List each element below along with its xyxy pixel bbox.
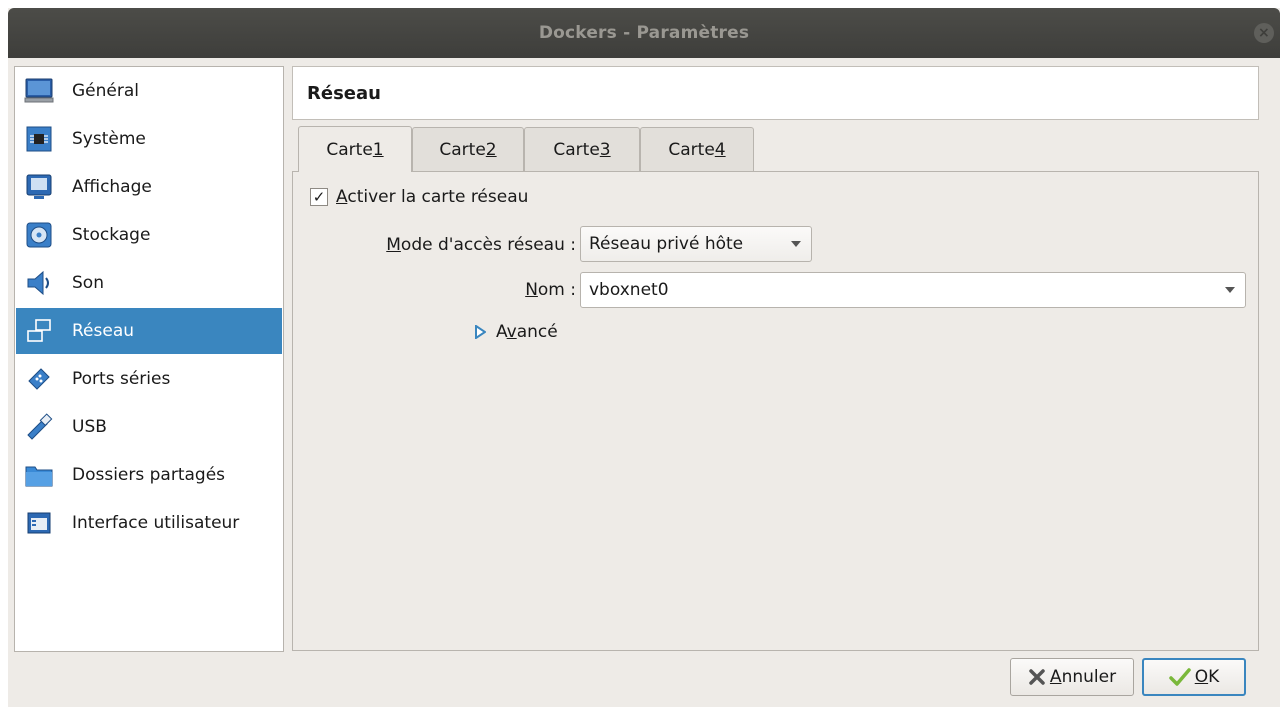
adapter-name-mnemonic: N	[525, 280, 538, 300]
sidebar-item-display[interactable]: Affichage	[16, 164, 282, 210]
tab-label: Carte	[439, 139, 486, 160]
sidebar-item-shared-folders[interactable]: Dossiers partagés	[16, 452, 282, 498]
tab-mnemonic: 2	[485, 139, 497, 160]
sidebar-item-label: Stockage	[72, 225, 151, 245]
cancel-x-icon	[1028, 668, 1046, 686]
enable-adapter-label: Activer la carte réseau	[336, 187, 528, 207]
access-mode-select[interactable]: Réseau privé hôte	[580, 226, 812, 262]
display-icon	[22, 170, 56, 204]
ok-mnemonic: O	[1194, 667, 1209, 687]
expand-arrow-icon	[475, 325, 486, 339]
monitor-icon	[22, 74, 56, 108]
sidebar-item-label: Dossiers partagés	[72, 465, 226, 485]
tab-mnemonic: 1	[372, 139, 384, 160]
title-bar[interactable]: Dockers - Paramètres ×	[8, 8, 1280, 58]
sidebar-item-label: Son	[72, 273, 104, 293]
enable-adapter-mnemonic: A	[336, 187, 348, 207]
access-mode-label: Mode d'accès réseau :	[386, 235, 576, 255]
sidebar-item-system[interactable]: Système	[16, 116, 282, 162]
network-icon	[22, 314, 56, 348]
window-title: Dockers - Paramètres	[538, 23, 750, 43]
tab-adapter-3[interactable]: Carte 3	[524, 127, 640, 171]
enable-adapter-checkbox-row[interactable]: ✓ Activer la carte réseau	[310, 187, 528, 207]
folder-icon	[22, 458, 56, 492]
sidebar-item-sound[interactable]: Son	[16, 260, 282, 306]
speaker-icon	[22, 266, 56, 300]
advanced-toggle[interactable]: Avancé	[474, 322, 558, 342]
enable-adapter-checkbox[interactable]: ✓	[310, 188, 328, 206]
cancel-button-label: Annuler	[1050, 667, 1116, 687]
sidebar-item-label: Ports séries	[72, 369, 171, 389]
sidebar-item-label: Système	[72, 129, 146, 149]
access-mode-text: ode d'accès réseau :	[400, 235, 576, 255]
sidebar-item-network[interactable]: Réseau	[16, 308, 282, 354]
tab-adapter-4[interactable]: Carte 4	[640, 127, 754, 171]
advanced-text-end: ancé	[516, 322, 558, 342]
advanced-label: Avancé	[496, 322, 558, 342]
advanced-mnemonic: v	[506, 322, 517, 342]
tab-adapter-1[interactable]: Carte 1	[298, 126, 412, 172]
page-header: Réseau	[292, 66, 1259, 120]
cancel-button[interactable]: Annuler	[1010, 658, 1134, 696]
adapter-name-text: om :	[537, 280, 576, 300]
tab-label: Carte	[553, 139, 600, 160]
tab-mnemonic: 3	[599, 139, 611, 160]
access-mode-value: Réseau privé hôte	[589, 234, 744, 254]
sidebar-item-storage[interactable]: Stockage	[16, 212, 282, 258]
tab-label: Carte	[326, 139, 373, 160]
sidebar-item-general[interactable]: Général	[16, 68, 282, 114]
sidebar-item-label: Réseau	[72, 321, 135, 341]
window-icon	[22, 506, 56, 540]
disk-icon	[22, 218, 56, 252]
cancel-text: nnuler	[1061, 667, 1117, 687]
usb-icon	[22, 410, 56, 444]
adapter-name-label: Nom :	[525, 280, 576, 300]
checkmark-icon	[1168, 667, 1191, 687]
sidebar-item-label: Général	[72, 81, 139, 101]
ok-text: K	[1208, 667, 1220, 687]
chevron-down-icon	[1225, 287, 1235, 293]
advanced-text-start: A	[496, 322, 507, 342]
ok-button[interactable]: OK	[1142, 658, 1246, 696]
tab-mnemonic: 4	[714, 139, 726, 160]
close-icon[interactable]: ×	[1254, 23, 1274, 43]
tab-label: Carte	[668, 139, 715, 160]
tab-adapter-2[interactable]: Carte 2	[412, 127, 524, 171]
enable-adapter-text: ctiver la carte réseau	[347, 187, 529, 207]
adapter-name-value: vboxnet0	[589, 280, 669, 300]
chip-icon	[22, 122, 56, 156]
sidebar-item-user-interface[interactable]: Interface utilisateur	[16, 500, 282, 546]
serial-port-icon	[22, 362, 56, 396]
access-mode-mnemonic: M	[386, 235, 401, 255]
sidebar-item-usb[interactable]: USB	[16, 404, 282, 450]
adapter-name-select[interactable]: vboxnet0	[580, 272, 1246, 308]
sidebar-item-label: Interface utilisateur	[72, 513, 240, 533]
page-title: Réseau	[307, 82, 381, 104]
sidebar-item-label: Affichage	[72, 177, 152, 197]
sidebar-item-serial-ports[interactable]: Ports séries	[16, 356, 282, 402]
settings-category-list: Général Système Affichage Stockage Son R…	[14, 66, 284, 652]
ok-button-label: OK	[1195, 667, 1220, 687]
sidebar-item-label: USB	[72, 417, 107, 437]
chevron-down-icon	[791, 241, 801, 247]
cancel-mnemonic: A	[1049, 667, 1062, 687]
